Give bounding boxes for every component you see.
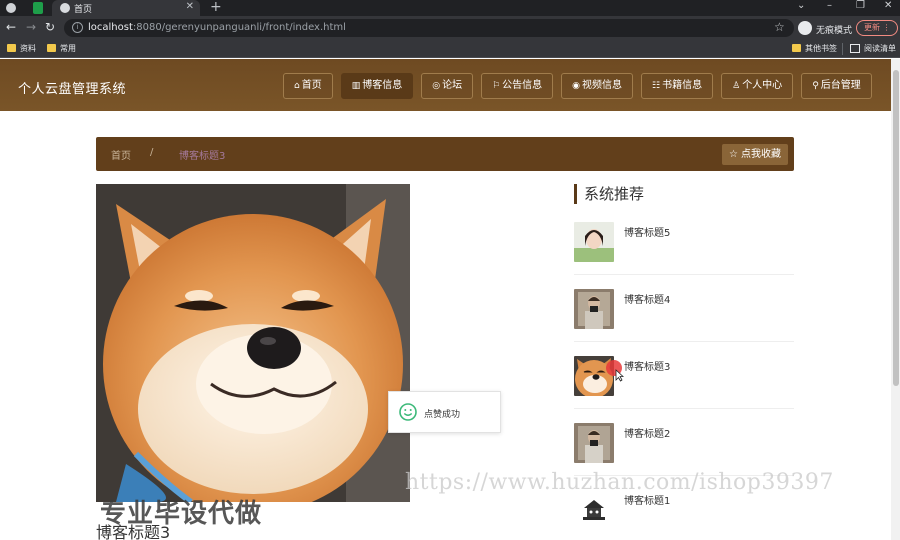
video-icon: ◉ — [572, 81, 581, 91]
divider — [574, 408, 794, 409]
restore-icon[interactable]: ❐ — [856, 0, 865, 11]
nav-notice[interactable]: ⚐ 公告信息 — [481, 73, 554, 99]
site-info-icon[interactable]: i — [72, 22, 83, 33]
breadcrumb: 首页 / 博客标题3 ☆ 点我收藏 — [96, 137, 794, 171]
reload-icon[interactable]: ↻ — [45, 20, 55, 34]
home-icon: ⌂ — [294, 81, 300, 91]
cursor-highlight-icon — [606, 360, 625, 382]
nav-home[interactable]: ⌂ 首页 — [283, 73, 333, 99]
tab-home[interactable]: 首页 ✕ — [52, 0, 200, 16]
folder-icon — [792, 44, 801, 52]
bookmark-ziliao[interactable]: 资料 — [20, 43, 36, 54]
nav-personal-center[interactable]: ♙ 个人中心 — [721, 73, 794, 99]
browser-tab-strip: 首页 ✕ + ⌄ – ❐ ✕ — [0, 0, 900, 16]
scrollbar-thumb[interactable] — [893, 70, 899, 386]
bookmark-reading-list[interactable]: 阅读清单 — [864, 43, 896, 54]
new-tab-plus-icon[interactable]: + — [210, 0, 222, 15]
reading-list-icon — [850, 44, 860, 53]
breadcrumb-current: 博客标题3 — [179, 151, 226, 162]
url-input[interactable]: i localhost:8080/gerenyunpanguanli/front… — [64, 19, 794, 37]
recommend-item[interactable]: 博客标题4 — [574, 289, 794, 349]
bookmark-divider — [842, 43, 843, 55]
mirror-selfie-thumbnail[interactable] — [574, 289, 614, 329]
divider — [574, 274, 794, 275]
blog-icon: ▥ — [351, 81, 361, 91]
bookmark-changyong[interactable]: 常用 — [60, 43, 76, 54]
link-icon: ⚲ — [812, 81, 819, 91]
url-text: localhost:8080/gerenyunpanguanli/front/i… — [88, 22, 346, 33]
mirror-selfie-thumbnail[interactable] — [574, 423, 614, 463]
breadcrumb-separator: / — [150, 147, 154, 158]
nav-blog[interactable]: ▥ 博客信息 — [340, 73, 414, 99]
star-icon: ☆ — [729, 149, 738, 160]
forum-icon: ◎ — [432, 81, 441, 91]
breadcrumb-home[interactable]: 首页 — [111, 147, 131, 162]
address-toolbar: ← → ↻ i localhost:8080/gerenyunpanguanli… — [0, 16, 900, 40]
user-icon: ♙ — [732, 81, 741, 91]
site-header: 个人云盘管理系统 ⌂ 首页 ▥ 博客信息 ◎ 论坛 ⚐ 公告信息 ◉ 视频信息 ☷ 书籍信息… — [0, 59, 900, 111]
pinned-tab-icon[interactable] — [33, 2, 43, 14]
blog-detail-title: 博客标题3 — [96, 523, 171, 540]
nav-book[interactable]: ☷ 书籍信息 — [641, 73, 714, 99]
portrait-girl-thumbnail[interactable] — [574, 222, 614, 262]
like-success-toast: 点赞成功 — [388, 391, 501, 433]
close-icon[interactable]: ✕ — [186, 1, 194, 12]
recommend-title[interactable]: 博客标题3 — [624, 358, 670, 373]
incognito-label: 无痕模式 — [816, 26, 853, 36]
window-close-icon[interactable]: ✕ — [884, 0, 892, 11]
book-icon: ☷ — [652, 81, 661, 91]
favorite-button[interactable]: ☆ 点我收藏 — [722, 144, 788, 165]
bookmark-other[interactable]: 其他书签 — [805, 43, 837, 54]
nav-forum[interactable]: ◎ 论坛 — [421, 73, 474, 99]
site-title: 个人云盘管理系统 — [18, 82, 127, 97]
browser-profile-icon[interactable] — [6, 3, 16, 13]
flag-icon: ⚐ — [492, 81, 501, 91]
recommend-title[interactable]: 博客标题4 — [624, 291, 670, 306]
recommend-title[interactable]: 博客标题2 — [624, 425, 670, 440]
bookmarks-bar: 资料 常用 其他书签 阅读清单 — [0, 40, 900, 58]
sidebar-heading: 系统推荐 — [574, 184, 644, 204]
folder-icon — [7, 44, 16, 52]
shiba-dog-photo — [96, 184, 410, 502]
tab-title: 首页 — [74, 5, 93, 15]
minimize-icon[interactable]: – — [827, 0, 832, 11]
divider — [574, 341, 794, 342]
folder-icon — [47, 44, 56, 52]
forward-arrow-icon[interactable]: → — [26, 20, 36, 34]
recommend-title[interactable]: 博客标题5 — [624, 224, 670, 239]
back-arrow-icon[interactable]: ← — [6, 20, 16, 34]
cartoon-logo-thumbnail[interactable] — [574, 490, 614, 530]
toast-message: 点赞成功 — [424, 410, 461, 420]
main-nav: ⌂ 首页 ▥ 博客信息 ◎ 论坛 ⚐ 公告信息 ◉ 视频信息 ☷ 书籍信息 ♙ 个人中心 ⚲ 后… — [283, 73, 872, 99]
blog-main-image — [96, 184, 410, 502]
tab-search-chevron-icon[interactable]: ⌄ — [797, 0, 805, 11]
nav-admin[interactable]: ⚲ 后台管理 — [801, 73, 872, 99]
update-button[interactable]: 更新 ⋮ — [856, 20, 898, 36]
watermark-url: https://www.huzhan.com/ishop39397 — [405, 470, 834, 495]
bookmark-star-icon[interactable]: ☆ — [774, 20, 785, 34]
incognito-icon — [798, 21, 812, 35]
smile-icon — [399, 403, 417, 421]
globe-icon — [60, 3, 70, 13]
nav-video[interactable]: ◉ 视频信息 — [561, 73, 634, 99]
recommend-item[interactable]: 博客标题5 — [574, 222, 794, 282]
recommend-item[interactable]: 博客标题1 — [574, 490, 794, 540]
